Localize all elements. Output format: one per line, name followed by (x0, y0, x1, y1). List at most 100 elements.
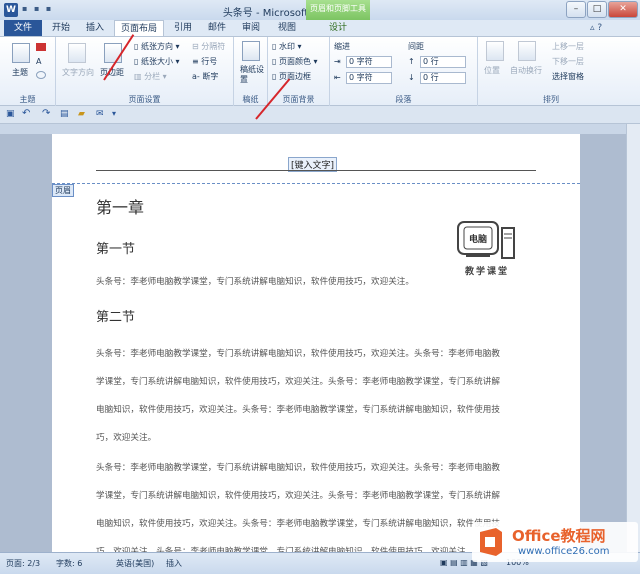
theme-fonts-icon[interactable]: A (36, 57, 41, 66)
paragraph-line: 头条号：李老师电脑教学课堂，专门系统讲解电脑知识，软件使用技巧，欢迎关注。头条号… (96, 349, 500, 359)
paragraph-line: 电脑知识，软件使用技巧，欢迎关注。头条号：李老师电脑教学课堂，专门系统讲解电脑知… (96, 405, 500, 415)
chapter-heading: 第一章 (96, 198, 145, 217)
manuscript-icon (242, 41, 260, 61)
space-before-icon: ↑ (408, 57, 415, 66)
tab-insert[interactable]: 插入 (80, 20, 110, 36)
paragraph-line: 学课堂，专门系统讲解电脑知识，软件使用技巧，欢迎关注。头条号：李老师电脑教学课堂… (96, 377, 500, 387)
group-label: 稿纸 (242, 95, 259, 104)
text-direction-icon (68, 43, 86, 63)
print-preview-icon[interactable]: ▤ (60, 109, 69, 119)
paragraph-line: 学课堂，专门系统讲解电脑知识，软件使用技巧，欢迎关注。头条号：李老师电脑教学课堂… (96, 491, 500, 501)
tab-mailings[interactable]: 邮件 (202, 20, 232, 36)
quick-access-toolbar: ▣ ↶ ↷ ▤ ▰ ✉ ▾ (0, 106, 640, 124)
space-after-icon: ↓ (408, 73, 415, 82)
group-manuscript: 稿纸设置 稿纸 (234, 37, 268, 107)
indent-right-icon: ⇤ (334, 73, 341, 82)
line-numbers-button[interactable]: ≡ 行号 (192, 56, 217, 67)
space-after-input[interactable]: 0 行 (420, 72, 466, 84)
ribbon-tabs: 文件 开始 插入 页面布局 引用 邮件 审阅 视图 设计 ▵ ? (0, 20, 640, 36)
maximize-button[interactable]: □ (587, 1, 607, 18)
minimize-button[interactable]: – (566, 1, 586, 18)
tab-references[interactable]: 引用 (168, 20, 198, 36)
header-boundary (52, 183, 580, 184)
group-label: 页面设置 (128, 95, 161, 104)
header-tag: 页眉 (52, 184, 74, 197)
group-label: 段落 (395, 95, 412, 104)
tab-file[interactable]: 文件 (4, 20, 42, 36)
word-count[interactable]: 字数: 6 (56, 558, 82, 569)
document-page[interactable]: [键入文字] 页眉 第一章 第一节 头条号：李老师电脑教学课堂，专门系统讲解电脑… (52, 134, 580, 552)
group-page-setup: 文字方向 页边距 ▯ 纸张方向 ▾ ▯ 纸张大小 ▾ ▥ 分栏 ▾ ⊟ 分隔符 … (56, 37, 234, 107)
email-icon[interactable]: ✉ (96, 109, 104, 119)
indent-label: 缩进 (334, 42, 350, 51)
tab-page-layout[interactable]: 页面布局 (114, 20, 164, 36)
group-arrange: 位置 自动换行 上移一层 下移一层 选择窗格 排列 (478, 37, 624, 107)
paragraph-1: 头条号：李老师电脑教学课堂，专门系统讲解电脑知识，软件使用技巧，欢迎关注。头条号… (96, 340, 536, 452)
bring-forward-button[interactable]: 上移一层 (552, 41, 584, 52)
window-title: 头条号 - Microsoft Word (222, 8, 338, 19)
group-label: 页面背景 (282, 95, 315, 104)
word-app-icon[interactable]: W (4, 3, 18, 17)
group-label: 排列 (543, 95, 559, 104)
indent-right-input[interactable]: 0 字符 (346, 72, 392, 84)
group-label: 主题 (19, 95, 36, 104)
theme-button[interactable]: 主题 (12, 67, 28, 78)
wrap-text-button[interactable]: 自动换行 (510, 65, 542, 76)
header-separator-line (96, 170, 536, 171)
send-backward-button[interactable]: 下移一层 (552, 56, 584, 67)
group-page-background: ▯ 水印 ▾ ▯ 页面颜色 ▾ ▯ 页面边框 页面背景 (268, 37, 330, 107)
size-button[interactable]: ▯ 纸张大小 ▾ (134, 56, 180, 67)
title-bar: W ▪ ▪ ▪ 头条号 - Microsoft Word 页眉和页脚工具 – □… (0, 0, 640, 20)
spacing-label: 间距 (408, 42, 424, 51)
watermark-url: www.office26.com (518, 546, 610, 557)
theme-effects-icon[interactable] (36, 71, 46, 79)
manuscript-settings-button[interactable]: 稿纸设置 (240, 65, 264, 85)
indent-left-icon: ⇥ (334, 57, 341, 66)
text-direction-button[interactable]: 文字方向 (62, 67, 94, 78)
tab-home[interactable]: 开始 (46, 20, 76, 36)
save-icon[interactable]: ▣ (6, 109, 15, 119)
vertical-scrollbar[interactable] (626, 124, 640, 552)
document-area: [键入文字] 页眉 第一章 第一节 头条号：李老师电脑教学课堂，专门系统讲解电脑… (0, 134, 640, 552)
group-theme: 主题 A 主题 (0, 37, 56, 107)
language[interactable]: 英语(美国) (116, 558, 154, 569)
position-button[interactable]: 位置 (484, 65, 500, 76)
paragraph-line: 巧，欢迎关注。头条号：李老师电脑教学课堂，专门系统讲解电脑知识，软件使用技巧，欢… (96, 547, 466, 552)
columns-button[interactable]: ▥ 分栏 ▾ (134, 71, 167, 82)
page-color-button[interactable]: ▯ 页面颜色 ▾ (272, 56, 318, 67)
orientation-button[interactable]: ▯ 纸张方向 ▾ (134, 41, 180, 52)
watermark-brand: Office教程网 (512, 527, 606, 545)
logo-caption: 教学课堂 (464, 267, 509, 277)
open-folder-icon[interactable]: ▰ (78, 109, 85, 119)
redo-icon[interactable]: ↷ (42, 108, 50, 119)
space-before-input[interactable]: 0 行 (420, 56, 466, 68)
group-paragraph: 缩进 间距 ⇥ 0 字符 ⇤ 0 字符 ↑ 0 行 ↓ 0 行 段落 (330, 37, 478, 107)
section-heading-1: 第一节 (96, 242, 136, 257)
ribbon-minimize-icon[interactable]: ▵ ? (590, 23, 602, 33)
wrap-text-icon (518, 41, 536, 61)
hyphenation-button[interactable]: a- 断字 (192, 71, 218, 82)
page-count[interactable]: 页面: 2/3 (6, 558, 40, 569)
indent-left-input[interactable]: 0 字符 (346, 56, 392, 68)
customize-qat-icon[interactable]: ▾ (112, 109, 116, 118)
undo-icon[interactable]: ↶ (22, 108, 30, 119)
page-borders-button[interactable]: ▯ 页面边框 (272, 71, 311, 82)
computer-logo-image[interactable]: 电脑 教学课堂 (452, 218, 522, 280)
breaks-button[interactable]: ⊟ 分隔符 (192, 41, 225, 52)
theme-icon[interactable] (12, 43, 30, 63)
ruler[interactable] (0, 124, 640, 134)
tab-design[interactable]: 设计 (320, 20, 356, 36)
section-heading-2: 第二节 (96, 310, 136, 325)
watermark-button[interactable]: ▯ 水印 ▾ (272, 41, 302, 52)
tab-view[interactable]: 视图 (272, 20, 302, 36)
insert-mode[interactable]: 插入 (166, 558, 182, 569)
close-button[interactable]: ✕ (608, 1, 638, 18)
tab-review[interactable]: 审阅 (236, 20, 266, 36)
selection-pane-button[interactable]: 选择窗格 (552, 71, 584, 82)
title-quick-icons: ▪ ▪ ▪ (22, 4, 54, 13)
position-icon (486, 41, 504, 61)
theme-colors-icon[interactable] (36, 43, 46, 51)
contextual-tool-label: 页眉和页脚工具 (306, 0, 370, 20)
paragraph-line: 巧，欢迎关注。 (96, 433, 157, 443)
office-logo-icon (476, 526, 506, 558)
